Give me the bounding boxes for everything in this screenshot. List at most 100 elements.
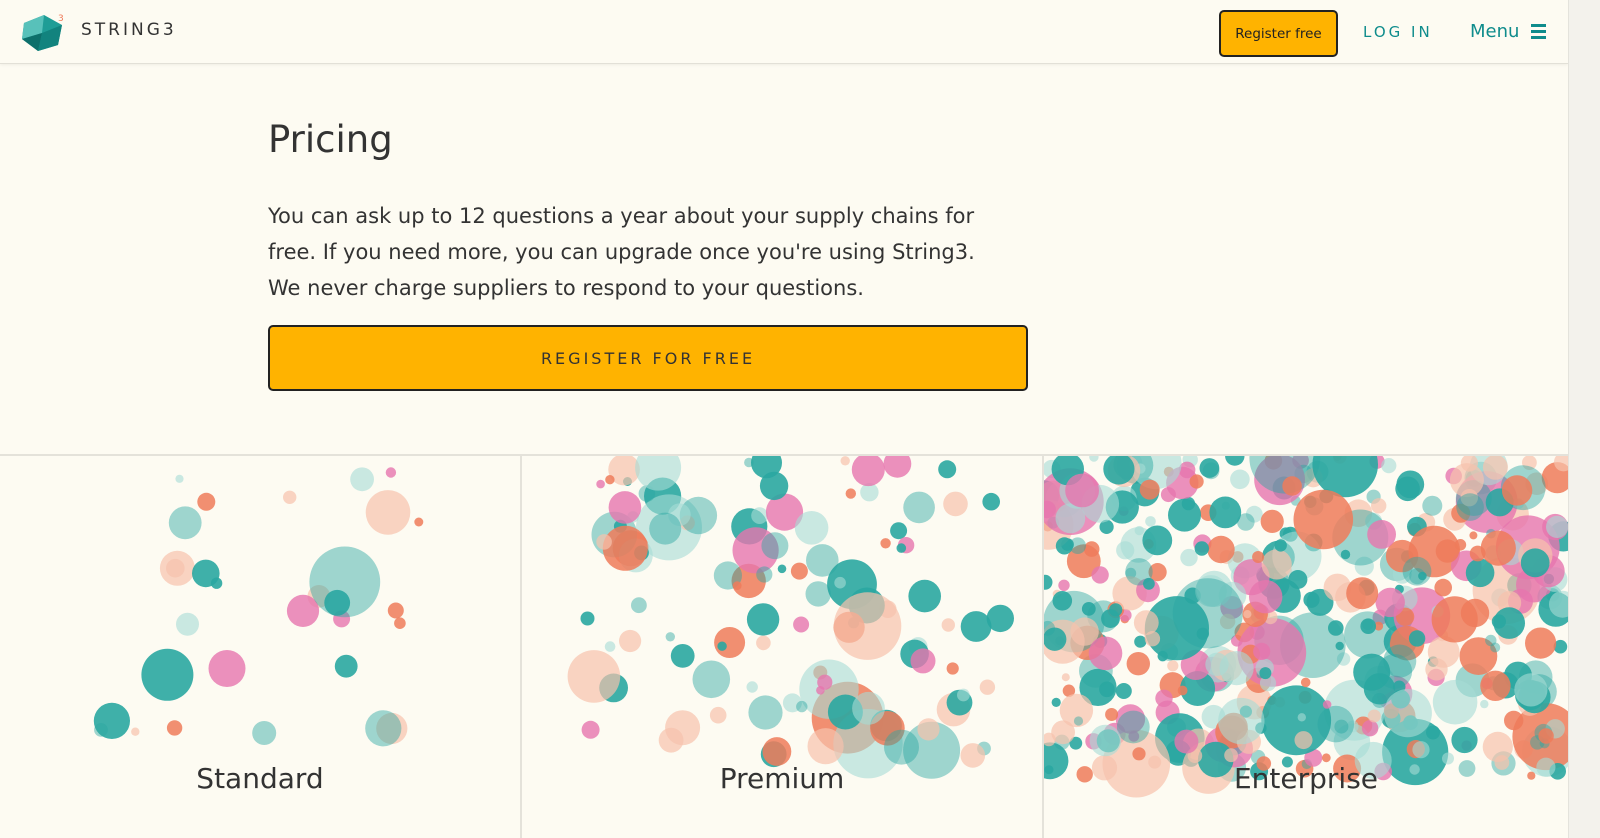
bubble <box>1145 516 1156 527</box>
bubble <box>1525 627 1557 659</box>
bubble <box>807 728 844 765</box>
menu-label: Menu <box>1470 21 1520 42</box>
bubble <box>1052 591 1073 611</box>
bubble <box>1199 458 1220 478</box>
bubble <box>1334 719 1349 734</box>
bubble <box>1408 630 1426 647</box>
brand-name[interactable]: STRING3 <box>81 20 177 40</box>
bubble <box>1073 716 1084 726</box>
tier-label-standard: Standard <box>196 762 324 795</box>
bubble <box>816 686 825 695</box>
bubble <box>746 603 780 636</box>
bubble <box>1274 539 1287 552</box>
bubble <box>1259 667 1272 680</box>
bubble <box>1375 587 1405 618</box>
bubble <box>1303 591 1320 608</box>
bubble <box>903 491 935 524</box>
bubble <box>1480 670 1511 701</box>
bubble <box>1225 456 1245 466</box>
bubble <box>1261 549 1292 580</box>
bubble <box>1340 549 1351 560</box>
bubble <box>746 681 758 693</box>
bubble <box>166 720 183 736</box>
bubble <box>880 538 891 549</box>
bubble <box>1367 520 1396 549</box>
bubble <box>1372 693 1387 708</box>
bubble <box>1294 731 1313 750</box>
bubble <box>1395 476 1420 502</box>
bubble <box>943 491 968 517</box>
bubble <box>1546 515 1568 538</box>
bubble <box>1480 699 1489 709</box>
bubble <box>1328 620 1344 636</box>
bubble <box>365 710 402 747</box>
bubble <box>350 467 374 492</box>
bubble <box>1155 689 1173 707</box>
bubble <box>334 654 358 678</box>
bubble <box>717 641 727 651</box>
bubble <box>1538 728 1554 744</box>
string3-logo-icon[interactable]: 3 <box>20 13 66 53</box>
bubble <box>1174 729 1199 754</box>
register-free-button[interactable]: Register free <box>1219 10 1338 57</box>
bubble <box>852 691 885 725</box>
scrollbar[interactable] <box>1568 0 1600 838</box>
tier-card-premium[interactable]: Premium <box>522 456 1042 838</box>
bubble <box>1105 708 1119 721</box>
bubble <box>840 456 850 466</box>
bubble <box>709 706 727 724</box>
bubble <box>1134 635 1147 648</box>
bubble <box>1058 579 1070 591</box>
tier-card-standard[interactable]: Standard <box>0 456 520 838</box>
bubble <box>1139 479 1160 500</box>
bubble <box>1249 580 1283 614</box>
bubble <box>1230 469 1250 490</box>
bubble <box>619 629 642 653</box>
bubble <box>1177 685 1188 696</box>
bubble <box>790 562 808 580</box>
bubble <box>387 602 404 619</box>
bubble <box>1160 487 1176 503</box>
bubble <box>941 618 955 632</box>
bubble <box>1456 493 1484 521</box>
bubble <box>1243 610 1252 619</box>
register-for-free-button[interactable]: REGISTER FOR FREE <box>268 325 1028 391</box>
bubble <box>982 492 1000 511</box>
bubble <box>1504 710 1524 731</box>
bubble <box>1346 577 1379 610</box>
tier-label-premium: Premium <box>719 762 845 795</box>
login-link[interactable]: LOG IN <box>1363 23 1433 41</box>
bubble <box>1367 709 1381 723</box>
bubble <box>756 566 773 583</box>
bubble <box>1209 496 1242 529</box>
bubble <box>1383 689 1432 738</box>
bubble <box>1061 673 1070 682</box>
hamburger-icon <box>1531 24 1547 39</box>
bubble <box>1132 747 1146 761</box>
bubble <box>175 474 184 483</box>
bubble <box>851 456 885 487</box>
bubble <box>1088 636 1123 671</box>
bubble <box>979 679 996 695</box>
bubble <box>1260 509 1284 533</box>
bubble <box>756 635 771 651</box>
bubble <box>796 700 808 713</box>
bubble <box>793 616 810 633</box>
bubble <box>1091 566 1109 584</box>
bubble <box>1422 495 1443 516</box>
tier-card-enterprise[interactable]: Enterprise <box>1044 456 1568 838</box>
bubble <box>649 512 682 545</box>
bubble <box>833 592 902 660</box>
bubble <box>883 456 912 478</box>
bubble <box>1134 525 1144 536</box>
bubble <box>1089 724 1122 757</box>
bubble <box>986 604 1014 633</box>
menu-button[interactable]: Menu <box>1470 21 1547 42</box>
bubble <box>1321 753 1331 763</box>
bubble <box>1126 652 1150 676</box>
bubble <box>1361 720 1379 737</box>
bubble <box>751 507 768 524</box>
bubble <box>1282 476 1302 496</box>
pricing-intro: You can ask up to 12 questions a year ab… <box>268 198 1028 306</box>
bubble <box>1115 683 1132 699</box>
